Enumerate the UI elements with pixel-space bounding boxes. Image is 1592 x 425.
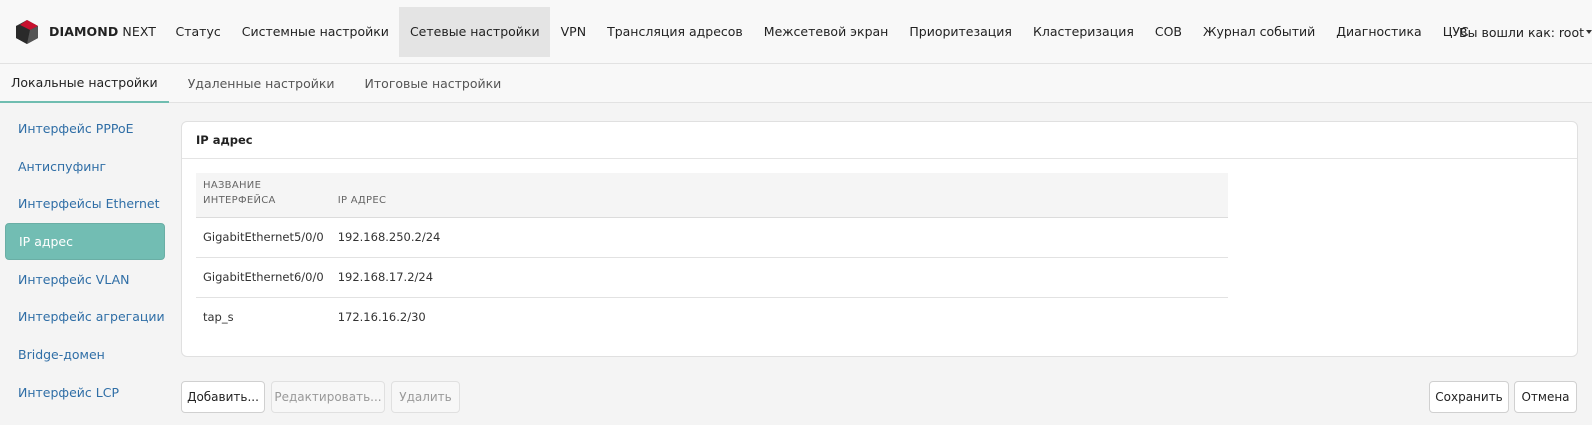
delete-button[interactable]: Удалить (391, 381, 460, 413)
sidebar-item-ethernet[interactable]: Интерфейсы Ethernet (5, 185, 165, 222)
nav-item-nat[interactable]: Трансляция адресов (597, 7, 754, 57)
sidebar-item-bridge-domain[interactable]: Bridge-домен (5, 336, 165, 373)
nav-item-prioritization[interactable]: Приоритезация (899, 7, 1023, 57)
table-row[interactable]: GigabitEthernet6/0/0 192.168.17.2/24 (196, 257, 1228, 298)
ip-address-cell: 192.168.250.2/24 (330, 217, 1228, 258)
sidebar-item-antispoofing[interactable]: Антиспуфинг (5, 148, 165, 185)
user-menu-label: Вы вошли как: root (1459, 24, 1584, 40)
sidebar-item-lcp[interactable]: Интерфейс LCP (5, 374, 165, 411)
settings-tabs: Локальные настройки Удаленные настройки … (0, 64, 1592, 103)
nav-item-status[interactable]: Статус (165, 7, 231, 57)
save-button[interactable]: Сохранить (1429, 381, 1509, 413)
main-nav: Статус Системные настройки Сетевые настр… (165, 6, 1479, 57)
sidebar-item-pppoe[interactable]: Интерфейс PPPoE (5, 110, 165, 147)
nav-item-firewall[interactable]: Межсетевой экран (753, 7, 899, 57)
tab-summary-settings[interactable]: Итоговые настройки (354, 64, 513, 103)
nav-item-clustering[interactable]: Кластеризация (1022, 7, 1144, 57)
nav-item-ids[interactable]: СОВ (1144, 7, 1192, 57)
nav-item-diagnostics[interactable]: Диагностика (1326, 7, 1432, 57)
table-row[interactable]: GigabitEthernet5/0/0 192.168.250.2/24 (196, 217, 1228, 258)
edit-button[interactable]: Редактировать... (271, 381, 385, 413)
nav-item-vpn[interactable]: VPN (550, 7, 596, 57)
sidebar-item-aggregation[interactable]: Интерфейс агрегации (5, 298, 165, 335)
diamond-logo-icon (16, 19, 38, 44)
ip-address-cell: 192.168.17.2/24 (330, 257, 1228, 298)
brand[interactable]: DIAMOND NEXT (0, 0, 165, 64)
caret-down-icon (1586, 30, 1592, 34)
panel-title: IP адрес (182, 122, 1577, 159)
interface-name-cell: GigabitEthernet5/0/0 (196, 217, 331, 258)
nav-item-network-settings[interactable]: Сетевые настройки (399, 6, 551, 57)
table-row[interactable]: tap_s 172.16.16.2/30 (196, 297, 1228, 337)
sidebar: Интерфейс PPPoE Антиспуфинг Интерфейсы E… (5, 110, 165, 412)
user-menu[interactable]: Вы вошли как: root (1459, 0, 1592, 64)
ip-address-panel: IP адрес НАЗВАНИЕ ИНТЕРФЕЙСА IP АДРЕС Gig… (181, 121, 1578, 357)
brand-name: DIAMOND NEXT (49, 24, 157, 39)
tab-local-settings[interactable]: Локальные настройки (0, 64, 169, 103)
sidebar-item-vlan[interactable]: Интерфейс VLAN (5, 261, 165, 298)
tab-remote-settings[interactable]: Удаленные настройки (177, 64, 346, 103)
nav-item-system-settings[interactable]: Системные настройки (231, 7, 399, 57)
ip-address-table: НАЗВАНИЕ ИНТЕРФЕЙСА IP АДРЕС GigabitEther… (196, 173, 1228, 337)
interface-name-cell: GigabitEthernet6/0/0 (196, 257, 331, 298)
add-button[interactable]: Добавить... (181, 381, 265, 413)
column-header-ip-address[interactable]: IP АДРЕС (330, 173, 1228, 218)
cancel-button[interactable]: Отмена (1514, 381, 1577, 413)
column-header-interface-name[interactable]: НАЗВАНИЕ ИНТЕРФЕЙСА (196, 173, 331, 218)
table-header-row: НАЗВАНИЕ ИНТЕРФЕЙСА IP АДРЕС (196, 173, 1228, 218)
sidebar-item-ip-address[interactable]: IP адрес (5, 223, 165, 261)
top-navbar: DIAMOND NEXT Статус Системные настройки … (0, 0, 1592, 64)
interface-name-cell: tap_s (203, 310, 234, 325)
ip-address-cell: 172.16.16.2/30 (337, 310, 426, 325)
nav-item-event-log[interactable]: Журнал событий (1193, 7, 1326, 57)
